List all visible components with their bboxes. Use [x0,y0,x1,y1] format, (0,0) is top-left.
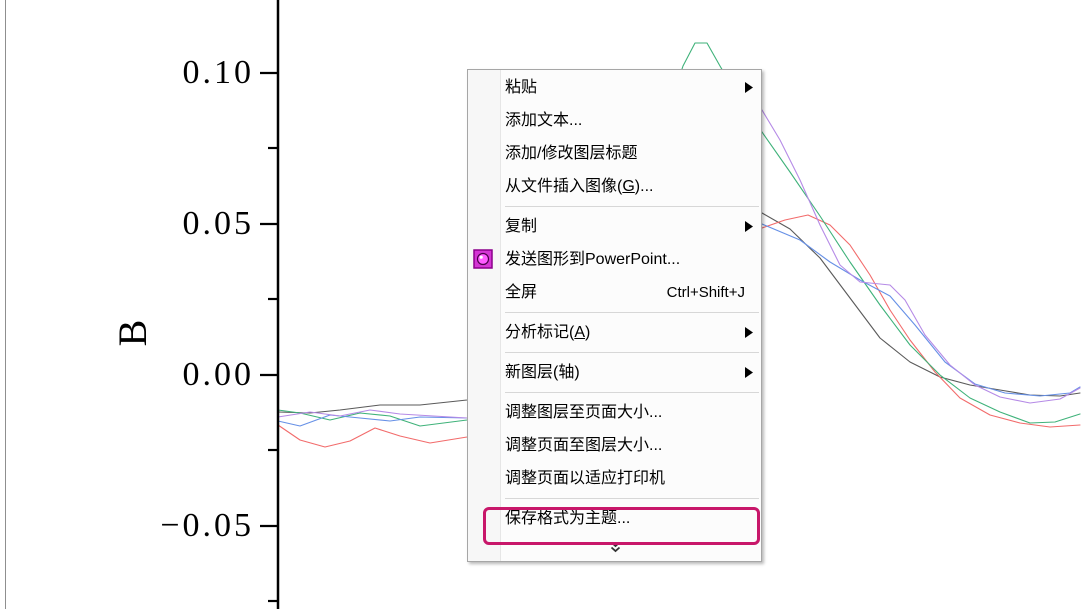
context-menu: 粘贴 添加文本... 添加/修改图层标题 从文件插入图像(G)... 复制 发送… [467,69,762,562]
menu-separator [468,389,761,396]
powerpoint-send-icon [473,249,493,269]
menu-item-full-screen[interactable]: 全屏 Ctrl+Shift+J [468,276,761,309]
menu-item-fit-page-to-printer[interactable]: 调整页面以适应打印机 [468,462,761,495]
menu-item-label: 添加文本... [505,112,583,129]
menu-separator [468,495,761,502]
menu-item-label: 分析标记(A) [505,316,590,349]
menu-item-label-text: )... [634,178,654,195]
highlight-annotation [483,507,760,545]
menu-item-label-text: ) [585,324,591,341]
menu-separator [468,349,761,356]
submenu-arrow-icon [745,82,753,93]
menu-item-label: 全屏 [505,284,538,301]
menu-item-label: 复制 [505,218,538,235]
menu-item-label: 调整页面以适应打印机 [505,470,666,487]
menu-item-paste[interactable]: 粘贴 [468,71,761,104]
submenu-arrow-icon [745,367,753,378]
menu-item-send-to-powerpoint[interactable]: 发送图形到PowerPoint... [468,243,761,276]
submenu-arrow-icon [745,221,753,232]
menu-item-label: 发送图形到PowerPoint... [505,251,681,268]
submenu-arrow-icon [745,327,753,338]
menu-separator [468,309,761,316]
menu-item-label: 新图层(轴) [505,364,580,381]
menu-item-insert-image[interactable]: 从文件插入图像(G)... [468,170,761,203]
menu-item-label: 从文件插入图像(G)... [505,170,653,203]
menu-item-label: 添加/修改图层标题 [505,145,638,162]
menu-item-fit-page-to-layer[interactable]: 调整页面至图层大小... [468,429,761,462]
menu-item-new-layer[interactable]: 新图层(轴) [468,356,761,389]
menu-item-add-text[interactable]: 添加文本... [468,104,761,137]
y-tick-label: 0.10 [182,54,254,91]
menu-item-shortcut: Ctrl+Shift+J [666,284,745,301]
menu-item-copy[interactable]: 复制 [468,210,761,243]
menu-item-analysis-markers[interactable]: 分析标记(A) [468,316,761,349]
y-tick-label: 0.00 [182,356,254,393]
y-axis-label: B [110,319,155,347]
menu-item-accelerator: G [622,178,635,195]
y-tick-label: 0.05 [182,205,254,242]
menu-item-label-text: 分析标记( [505,324,575,341]
menu-separator [468,203,761,210]
y-tick-label: −0.05 [160,507,254,544]
menu-item-add-layer-title[interactable]: 添加/修改图层标题 [468,137,761,170]
menu-item-label: 调整图层至页面大小... [505,404,663,421]
menu-item-label-text: 从文件插入图像( [505,178,623,195]
menu-item-label: 粘贴 [505,79,538,96]
menu-item-accelerator: A [574,324,586,341]
menu-item-label: 调整页面至图层大小... [505,437,663,454]
menu-item-fit-layer-to-page[interactable]: 调整图层至页面大小... [468,396,761,429]
